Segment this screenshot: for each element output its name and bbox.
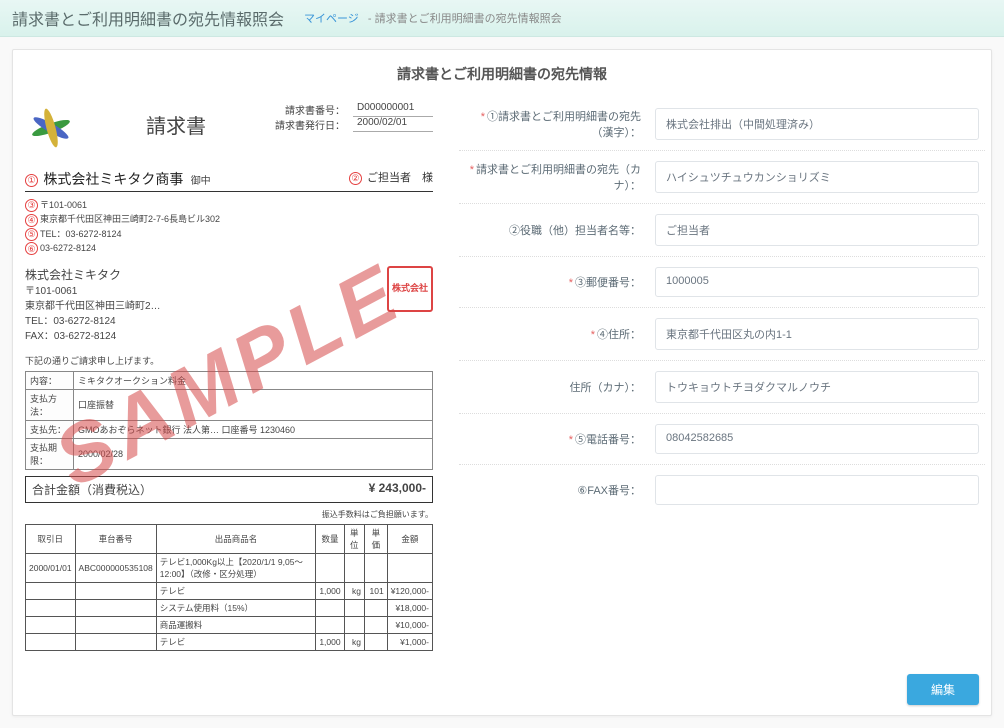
form-row: ⑥FAX番号： <box>459 464 985 515</box>
form-row: *④住所：東京都千代田区丸の内1-1 <box>459 307 985 360</box>
invoice-recipient-address: ③〒101-0061 ④東京都千代田区神田三崎町2-7-6長島ビル302 ⑤TE… <box>25 198 433 256</box>
invoice-meta: 請求書番号： D000000001 請求書発行日： 2000/02/01 <box>275 102 433 132</box>
form-row: *①請求書とご利用明細書の宛先（漢字）：株式会社排出（中間処理済み） <box>459 98 985 150</box>
summary-value: ミキタクオークション料金 <box>74 371 433 389</box>
titlebar: 請求書とご利用明細書の宛先情報照会 マイページ - 請求書とご利用明細書の宛先情… <box>0 0 1004 37</box>
page-title: 請求書とご利用明細書の宛先情報照会 <box>12 6 284 30</box>
form-label: ⑥FAX番号： <box>465 482 655 498</box>
form-label: *請求書とご利用明細書の宛先（カナ）： <box>465 161 655 193</box>
summary-label: 支払期限： <box>26 438 74 469</box>
form-value: 東京都千代田区丸の内1-1 <box>655 318 979 350</box>
invoice-sample: 請求書 請求書番号： D000000001 請求書発行日： 2000/02/01… <box>19 98 439 655</box>
invoice-summary-table: 内容：ミキタクオークション料金支払方法：口座振替支払先：GMOあおぞらネット銀行… <box>25 371 433 470</box>
marker-5-icon: ⑤ <box>25 228 38 241</box>
invoice-sender: 株式会社ミキタク 〒101-0061 東京都千代田区神田三崎町2… TEL：03… <box>25 266 433 344</box>
form-label: ②役職（他）担当者名等： <box>465 222 655 238</box>
address-form: *①請求書とご利用明細書の宛先（漢字）：株式会社排出（中間処理済み）*請求書とご… <box>459 98 985 515</box>
form-value: 08042582685 <box>655 424 979 454</box>
required-mark: * <box>470 164 474 176</box>
table-row: テレビ1,000kg¥1,000- <box>26 633 433 650</box>
invoice-items-table: 取引日車台番号出品商品名数量単位単価金額 2000/01/01ABC000000… <box>25 524 433 651</box>
summary-value: 口座振替 <box>74 389 433 420</box>
invoice-total-row: 合計金額（消費税込） ¥ 243,000- <box>25 476 433 503</box>
table-row: テレビ1,000kg101¥120,000- <box>26 582 433 599</box>
marker-2-icon: ② <box>349 172 362 185</box>
table-row: 2000/01/01ABC000000535108テレビ1,000Kg以上【20… <box>26 553 433 582</box>
items-header-row: 取引日車台番号出品商品名数量単位単価金額 <box>26 524 433 553</box>
content-panel: 請求書とご利用明細書の宛先情報 <box>12 49 992 716</box>
summary-label: 支払先： <box>26 420 74 438</box>
invoice-company-name: 株式会社ミキタク商事 <box>43 171 183 187</box>
required-mark: * <box>591 329 595 341</box>
table-row: システム使用料（15%）¥18,000- <box>26 599 433 616</box>
form-value: トウキョウトチヨダクマルノウチ <box>655 371 979 403</box>
form-row: ②役職（他）担当者名等：ご担当者 <box>459 203 985 256</box>
summary-label: 支払方法： <box>26 389 74 420</box>
marker-4-icon: ④ <box>25 214 38 227</box>
marker-1-icon: ① <box>25 174 38 187</box>
breadcrumb: マイページ - 請求書とご利用明細書の宛先情報照会 <box>304 10 562 26</box>
form-value: 1000005 <box>655 267 979 297</box>
breadcrumb-current: 請求書とご利用明細書の宛先情報照会 <box>375 13 562 25</box>
form-value: ハイシュツチュウカンショリズミ <box>655 161 979 193</box>
summary-value: GMOあおぞらネット銀行 法人第… 口座番号 1230460 <box>74 420 433 438</box>
form-row: *請求書とご利用明細書の宛先（カナ）：ハイシュツチュウカンショリズミ <box>459 150 985 203</box>
form-value: 株式会社排出（中間処理済み） <box>655 108 979 140</box>
form-label: *③郵便番号： <box>465 274 655 290</box>
breadcrumb-link-mypage[interactable]: マイページ <box>304 13 359 25</box>
stamp-icon: 株式会社 <box>387 266 433 312</box>
form-label: *⑤電話番号： <box>465 431 655 447</box>
marker-6-icon: ⑥ <box>25 242 38 255</box>
table-row: 商品運搬料¥10,000- <box>26 616 433 633</box>
invoice-recipient-row: ① 株式会社ミキタク商事 御中 ② ご担当者 様 <box>25 169 433 192</box>
form-label: *④住所： <box>465 326 655 342</box>
form-row: *③郵便番号：1000005 <box>459 256 985 307</box>
invoice-note: 下記の通りご請求申し上げます。 <box>25 354 433 367</box>
required-mark: * <box>481 111 485 123</box>
summary-label: 内容： <box>26 371 74 389</box>
summary-value: 2000/02/28 <box>74 438 433 469</box>
logo-icon <box>25 102 77 157</box>
form-row: 住所（カナ）：トウキョウトチヨダクマルノウチ <box>459 360 985 413</box>
form-label: *①請求書とご利用明細書の宛先（漢字）： <box>465 108 655 140</box>
form-value <box>655 475 979 505</box>
edit-button[interactable]: 編集 <box>907 674 979 705</box>
form-value: ご担当者 <box>655 214 979 246</box>
form-label: 住所（カナ）： <box>465 379 655 395</box>
marker-3-icon: ③ <box>25 199 38 212</box>
section-title: 請求書とご利用明細書の宛先情報 <box>19 56 985 98</box>
breadcrumb-sep: - <box>368 13 375 25</box>
required-mark: * <box>569 434 573 446</box>
form-row: *⑤電話番号：08042582685 <box>459 413 985 464</box>
invoice-title: 請求書 <box>146 116 206 138</box>
required-mark: * <box>569 277 573 289</box>
